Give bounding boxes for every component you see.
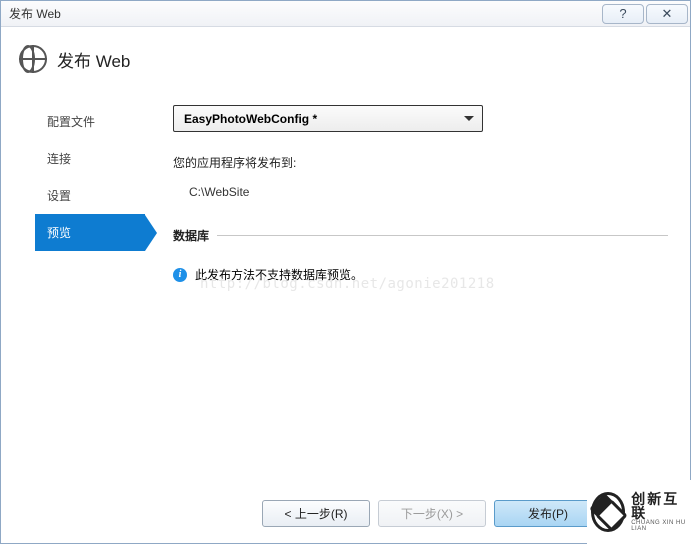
database-section-header: 数据库 (173, 227, 668, 244)
profile-dropdown-value: EasyPhotoWebConfig * (184, 112, 317, 126)
brand-name-cn: 创新互联 (631, 492, 691, 520)
profile-dropdown[interactable]: EasyPhotoWebConfig * (173, 105, 483, 132)
dialog-title: 发布 Web (57, 47, 130, 72)
window-title: 发布 Web (9, 5, 61, 22)
titlebar: 发布 Web ? ✕ (1, 1, 690, 27)
database-section-title: 数据库 (173, 227, 209, 244)
prev-button[interactable]: < 上一步(R) (262, 500, 370, 527)
help-icon: ? (619, 6, 626, 21)
dialog-header: 发布 Web (1, 27, 690, 85)
wizard-sidebar: 配置文件 连接 设置 预览 (35, 103, 145, 488)
publish-button[interactable]: 发布(P) (494, 500, 602, 527)
database-info-text: 此发布方法不支持数据库预览。 (195, 266, 363, 283)
publish-web-dialog: 发布 Web ? ✕ 发布 Web 配置文件 连接 设置 预览 EasyPhot… (0, 0, 691, 544)
help-button[interactable]: ? (602, 4, 644, 24)
brand-name-en: CHUANG XIN HU LIAN (631, 520, 691, 532)
divider (217, 235, 668, 236)
globe-icon (19, 45, 47, 73)
brand-overlay: 创新互联 CHUANG XIN HU LIAN (587, 480, 691, 544)
main-panel: EasyPhotoWebConfig * 您的应用程序将发布到: C:\WebS… (173, 103, 668, 488)
close-icon: ✕ (662, 6, 673, 22)
database-info-row: i 此发布方法不支持数据库预览。 (173, 266, 668, 283)
sidebar-item-profile[interactable]: 配置文件 (35, 103, 145, 140)
close-button[interactable]: ✕ (646, 4, 688, 24)
sidebar-item-settings[interactable]: 设置 (35, 177, 145, 214)
sidebar-item-connection[interactable]: 连接 (35, 140, 145, 177)
brand-logo-icon (591, 492, 625, 532)
sidebar-item-preview[interactable]: 预览 (35, 214, 145, 251)
publish-target-label: 您的应用程序将发布到: (173, 154, 668, 171)
publish-target-value: C:\WebSite (173, 185, 668, 199)
chevron-down-icon (464, 116, 474, 121)
next-button: 下一步(X) > (378, 500, 486, 527)
info-icon: i (173, 268, 187, 282)
